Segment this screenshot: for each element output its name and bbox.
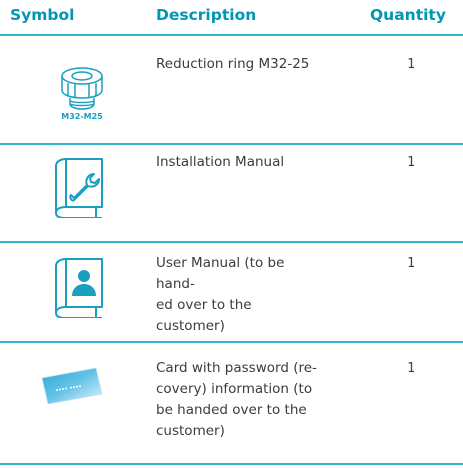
header-divider — [0, 34, 463, 36]
ring-size-label: M32-M25 — [61, 112, 103, 121]
description-cell: Card with password (re- covery) informat… — [156, 358, 321, 442]
description-cell: Reduction ring M32-25 — [156, 54, 321, 75]
quantity-cell: 1 — [407, 57, 415, 72]
description-line: be handed over to the — [156, 402, 307, 418]
description-line: covery) information (to — [156, 381, 313, 397]
description-line: Installation Manual — [156, 154, 285, 170]
row-divider — [0, 241, 463, 243]
description-cell: Installation Manual — [156, 152, 321, 173]
description-line: ed over to the customer) — [156, 297, 252, 334]
quantity-column-header: Quantity — [370, 6, 446, 24]
quantity-cell: 1 — [407, 155, 415, 170]
description-cell: User Manual (to be hand- ed over to the … — [156, 253, 321, 337]
description-line: Card with password (re- — [156, 360, 317, 376]
quantity-cell: 1 — [407, 361, 415, 376]
user-manual-icon — [52, 256, 108, 318]
description-line: Reduction ring M32-25 — [156, 56, 310, 72]
description-line: User Manual (to be hand- — [156, 255, 285, 292]
row-divider — [0, 143, 463, 145]
reduction-ring-icon: M32-M25 — [52, 64, 112, 122]
password-card-icon — [40, 366, 104, 406]
row-divider — [0, 341, 463, 343]
installation-manual-icon — [52, 156, 108, 218]
symbol-column-header: Symbol — [10, 6, 75, 24]
row-divider — [0, 463, 463, 465]
table-header: Symbol Description Quantity — [0, 0, 463, 34]
description-line: customer) — [156, 423, 225, 439]
description-column-header: Description — [156, 6, 257, 24]
quantity-cell: 1 — [407, 256, 415, 271]
